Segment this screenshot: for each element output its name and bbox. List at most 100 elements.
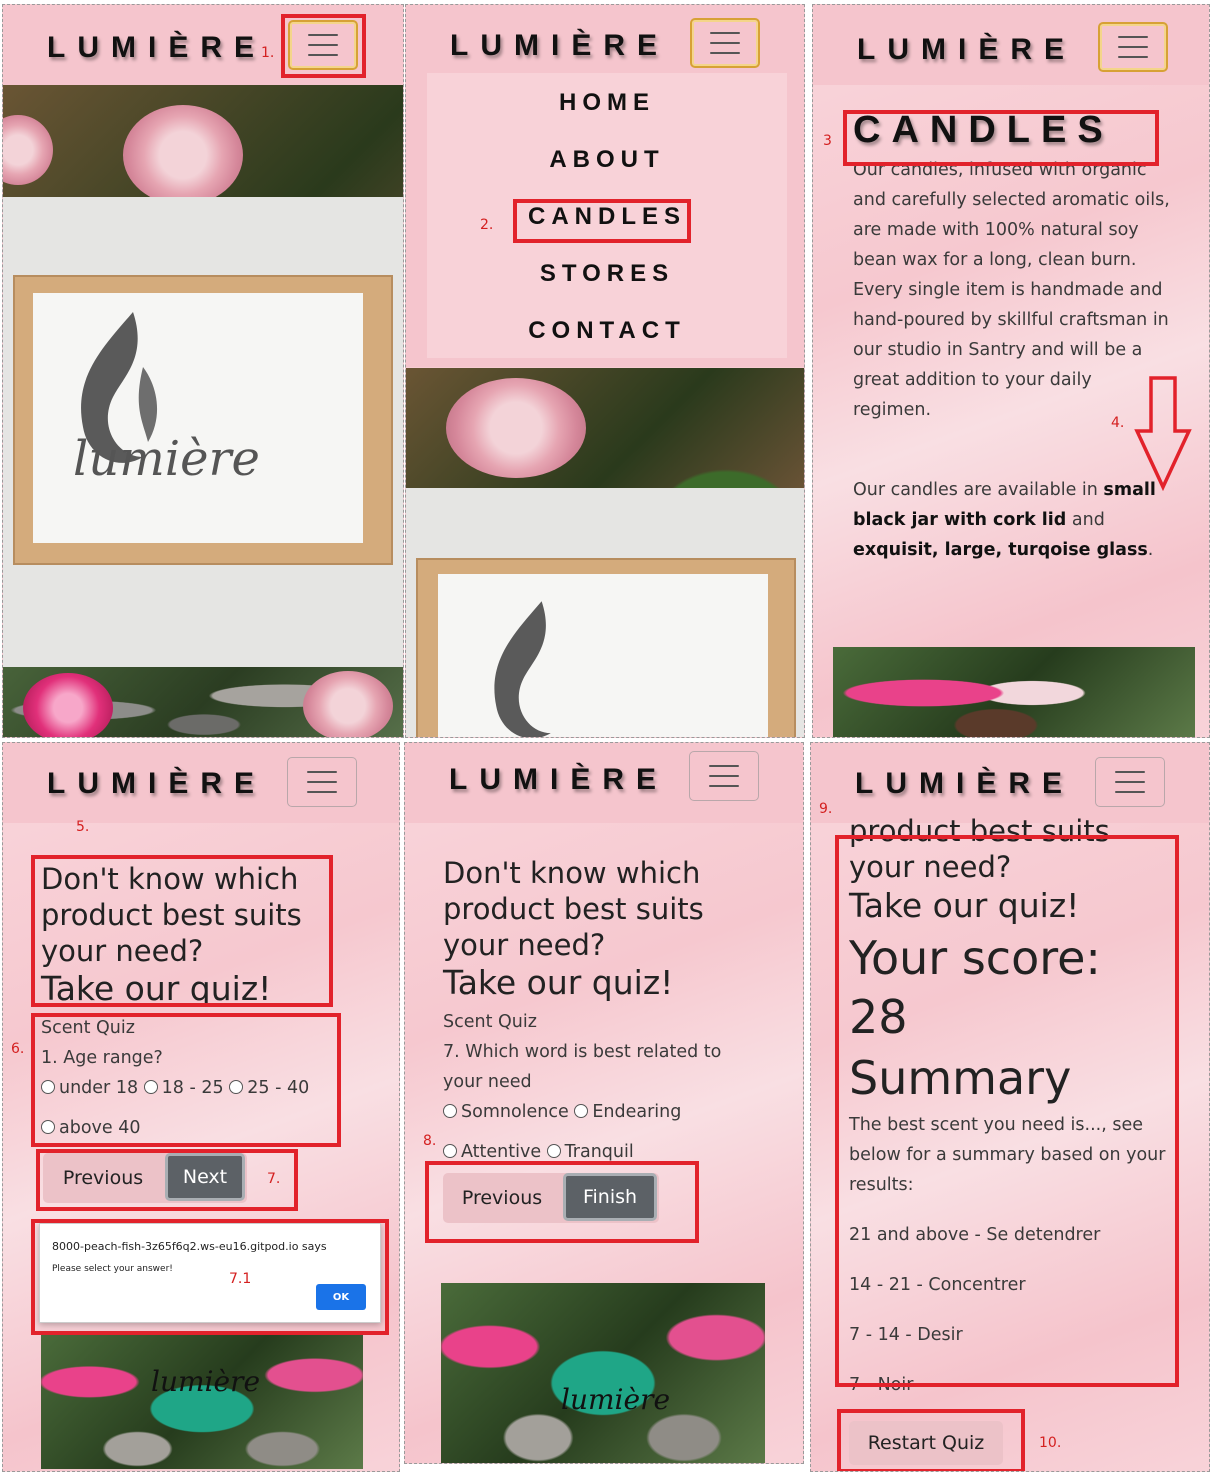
brand-logo[interactable]: LUMIÈRE	[449, 763, 668, 797]
hamburger-toggle-button[interactable]	[287, 757, 357, 807]
jar-logo: lumière	[151, 1365, 261, 1398]
candles-description: Our candles, infused with organic and ca…	[853, 155, 1170, 425]
hamburger-menu-icon	[1115, 771, 1145, 793]
candle-image: lumière	[441, 1283, 765, 1463]
nav-item-about[interactable]: ABOUT	[427, 146, 787, 174]
annotation-label-6: 6.	[11, 1041, 25, 1057]
annotation-box-10	[837, 1409, 1025, 1471]
brand-logo[interactable]: LUMIÈRE	[857, 33, 1076, 67]
hero-image	[406, 368, 804, 737]
question-text: your need	[443, 1072, 532, 1092]
flower-decoration	[446, 378, 586, 478]
text-line: and carefully selected aromatic oils,	[853, 190, 1170, 210]
heading-line: product best suits	[443, 892, 704, 926]
question-text: 7. Which word is best related to	[443, 1042, 722, 1062]
screenshot-panel-1: LUMIÈRE lumière 1.	[2, 4, 404, 738]
text-line: are made with 100% natural soy	[853, 220, 1139, 240]
annotation-label-5: 5.	[76, 819, 90, 835]
radio-icon[interactable]	[443, 1144, 457, 1158]
hamburger-menu-icon	[709, 765, 739, 787]
annotation-label-3: 3	[823, 133, 832, 149]
navbar: LUMIÈRE	[3, 743, 399, 823]
nav-item-home[interactable]: HOME	[427, 89, 787, 117]
annotation-label-7: 7.	[267, 1171, 281, 1187]
bottom-flowers	[3, 667, 403, 737]
annotation-label-1: 1.	[261, 45, 275, 61]
navbar: LUMIÈRE	[811, 743, 1209, 823]
text-bold: black jar with cork lid	[853, 510, 1067, 530]
screenshot-panel-6: LUMIÈRE 9. product best suits your need?…	[810, 742, 1210, 1472]
logo-script: lumière	[73, 431, 260, 487]
radio-icon[interactable]	[443, 1104, 457, 1118]
text-run: and	[1066, 510, 1105, 530]
annotation-label-9: 9.	[819, 801, 833, 817]
annotation-label-8: 8.	[423, 1133, 437, 1149]
quiz-heading: Don't know which product best suits your…	[443, 855, 704, 1003]
text-line: bean wax for a long, clean burn.	[853, 250, 1137, 270]
annotation-label-10: 10.	[1039, 1435, 1062, 1451]
annotation-box-7-1	[31, 1219, 389, 1335]
annotation-box-1	[281, 14, 366, 78]
annotation-label-4: 4.	[1111, 415, 1125, 431]
candle-image: lumière	[41, 1335, 363, 1469]
candles-image	[833, 647, 1195, 737]
screenshot-panel-3: LUMIÈRE CANDLES Our candles, infused wit…	[812, 4, 1210, 738]
flower-decoration	[23, 673, 113, 737]
logo-paper: lumière	[33, 293, 363, 543]
flower-decoration	[303, 671, 393, 737]
text-run: Our candles are available in	[853, 480, 1104, 500]
down-arrow-icon	[1134, 376, 1192, 491]
brand-logo[interactable]: LUMIÈRE	[47, 767, 266, 801]
navbar-expanded: LUMIÈRE HOME ABOUT CANDLES STORES CONTAC…	[406, 5, 804, 367]
nav-item-stores[interactable]: STORES	[427, 260, 787, 288]
jar-logo: lumière	[561, 1383, 671, 1416]
flower-decoration	[123, 105, 243, 205]
text-line: great addition to your daily	[853, 370, 1092, 390]
annotation-box-7	[36, 1149, 298, 1211]
answer-option[interactable]: Endearing	[592, 1102, 681, 1122]
hero-image: lumière	[3, 85, 403, 737]
flame-logo-icon	[494, 601, 551, 737]
annotation-box-6	[31, 1013, 341, 1147]
quiz-cta: Take our quiz!	[443, 963, 674, 1002]
brand-logo[interactable]: LUMIÈRE	[450, 29, 669, 63]
navbar: LUMIÈRE	[405, 743, 803, 823]
text-line: our studio in Santry and will be a	[853, 340, 1143, 360]
hamburger-menu-icon	[1118, 36, 1148, 58]
text-run: .	[1147, 540, 1154, 560]
radio-icon[interactable]	[574, 1104, 589, 1118]
screenshot-panel-5: LUMIÈRE Don't know which product best su…	[404, 742, 804, 1464]
hamburger-menu-icon	[307, 771, 337, 793]
logo-paper	[438, 574, 768, 737]
screenshot-panel-2: LUMIÈRE HOME ABOUT CANDLES STORES CONTAC…	[405, 4, 805, 738]
answer-option[interactable]: Somnolence	[461, 1102, 569, 1122]
candles-availability: Our candles are available in small black…	[853, 475, 1156, 565]
heading-line: your need?	[443, 928, 606, 962]
text-bold: exquisit, large, turqoise glass	[853, 540, 1148, 560]
annotation-box-9	[835, 835, 1179, 1387]
nav-item-contact[interactable]: CONTACT	[427, 317, 787, 345]
hamburger-toggle-button[interactable]	[1095, 757, 1165, 807]
annotation-box-8	[425, 1161, 699, 1243]
quiz-title: Scent Quiz	[443, 1012, 537, 1032]
annotation-box-2	[513, 199, 691, 243]
quiz-question: Scent Quiz 7. Which word is best related…	[443, 1007, 721, 1167]
annotation-label-2: 2.	[480, 217, 494, 233]
radio-icon[interactable]	[546, 1144, 561, 1158]
answer-option[interactable]: Tranquil	[565, 1142, 634, 1162]
hamburger-menu-icon	[710, 32, 740, 54]
hamburger-toggle-button[interactable]	[1098, 22, 1168, 72]
answer-option[interactable]: Attentive	[461, 1142, 541, 1162]
hamburger-toggle-button[interactable]	[690, 18, 760, 68]
annotation-box-3	[843, 110, 1159, 166]
navbar: LUMIÈRE	[813, 5, 1209, 85]
annotation-box-5	[31, 855, 333, 1007]
flower-decoration	[3, 115, 53, 185]
brand-logo[interactable]: LUMIÈRE	[47, 31, 266, 65]
text-line: Every single item is handmade and	[853, 280, 1163, 300]
brand-logo[interactable]: LUMIÈRE	[855, 767, 1074, 801]
text-line: hand-poured by skillful craftsman in	[853, 310, 1169, 330]
annotation-label-7-1: 7.1	[229, 1271, 252, 1287]
hamburger-toggle-button[interactable]	[689, 751, 759, 801]
heading-line: Don't know which	[443, 856, 701, 890]
